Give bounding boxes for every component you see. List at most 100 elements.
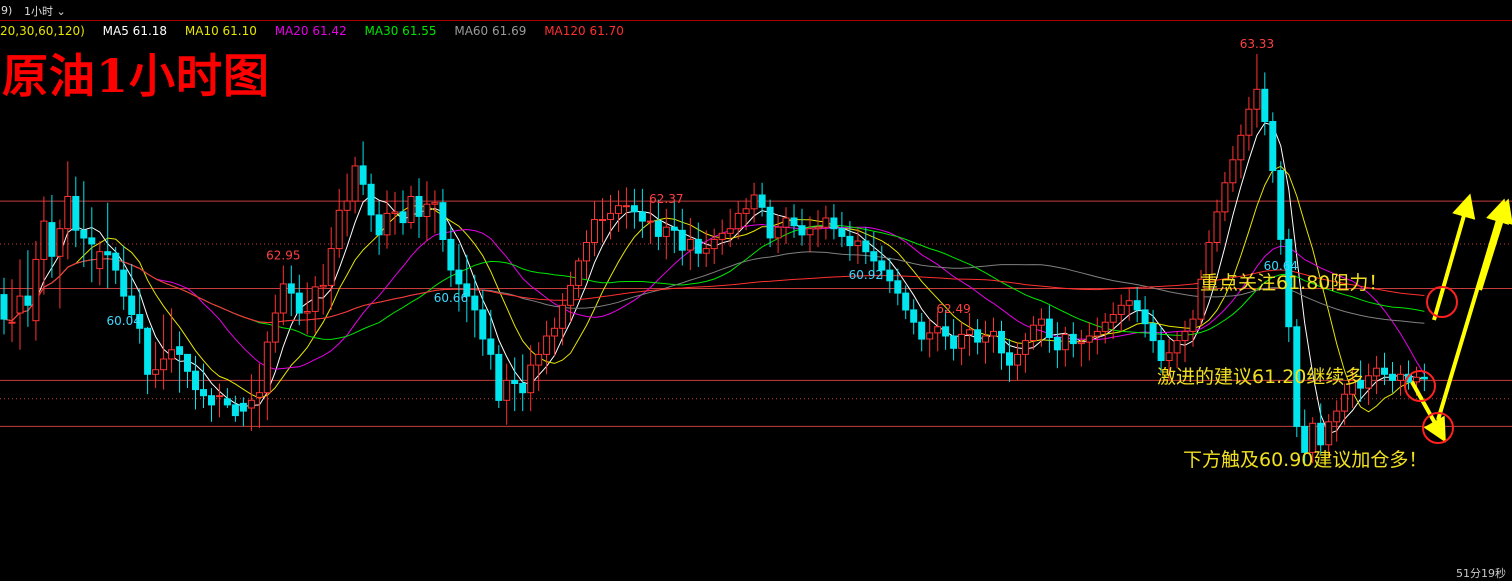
- candle-body: [311, 286, 319, 312]
- candle-body: [24, 295, 32, 306]
- candle: [1365, 363, 1373, 405]
- candle-body: [519, 383, 527, 394]
- candle-body: [638, 211, 646, 222]
- candle-body: [615, 205, 622, 214]
- annotation-add-long: 下方触及60.90建议加仓多！: [1183, 449, 1428, 471]
- candle-body: [40, 220, 48, 260]
- candle: [231, 395, 239, 422]
- candle-body: [806, 228, 814, 236]
- candle: [782, 207, 790, 244]
- candle: [734, 201, 742, 240]
- arrow-mark-0: [1432, 193, 1476, 321]
- candle-body: [471, 295, 479, 311]
- candle: [670, 201, 678, 254]
- candle-body: [1389, 373, 1396, 381]
- candle-body: [487, 338, 495, 355]
- candle-body: [223, 398, 231, 406]
- candle-body: [511, 379, 519, 384]
- candle: [327, 227, 335, 310]
- candle: [1389, 362, 1396, 393]
- candle: [1189, 309, 1197, 347]
- candle: [790, 204, 798, 238]
- candle: [1277, 161, 1285, 255]
- candle: [1237, 124, 1245, 179]
- candle: [367, 173, 375, 232]
- candle: [806, 216, 814, 252]
- candle: [830, 204, 838, 240]
- candle-body: [423, 203, 431, 217]
- candle-body: [630, 205, 638, 213]
- candle-body: [1229, 159, 1237, 184]
- candle: [56, 219, 64, 309]
- candle-body: [670, 226, 678, 231]
- candle-body: [247, 399, 255, 409]
- candle: [160, 314, 168, 390]
- candle-body: [375, 214, 383, 236]
- candle-body: [1077, 341, 1085, 345]
- candle: [646, 201, 654, 244]
- candle: [702, 230, 710, 267]
- candle-body: [654, 220, 662, 237]
- candle-body: [990, 330, 997, 337]
- candle-body: [814, 226, 822, 230]
- candle-body: [80, 229, 88, 239]
- arrow-mark-2: [1478, 198, 1512, 291]
- candle: [838, 211, 846, 248]
- candle-body: [1213, 211, 1221, 243]
- legend-ma5: MA5 61.18: [102, 24, 168, 38]
- candle-body: [1045, 318, 1053, 339]
- candle-body: [583, 242, 590, 262]
- candle: [974, 319, 982, 355]
- candle: [223, 388, 231, 408]
- candle: [1117, 294, 1125, 332]
- candle: [591, 201, 598, 257]
- candle: [1253, 54, 1261, 128]
- candle: [742, 198, 750, 231]
- candle: [1245, 96, 1253, 151]
- candle: [399, 190, 407, 235]
- candle: [1141, 296, 1149, 338]
- candle-body: [766, 206, 774, 239]
- candle-body: [72, 196, 80, 231]
- candle: [1397, 365, 1404, 396]
- candle-body: [96, 251, 104, 270]
- candle-body: [1021, 340, 1029, 355]
- candle: [96, 241, 104, 286]
- candle-body: [599, 219, 606, 221]
- candle-body: [168, 349, 176, 360]
- candle-body: [287, 283, 295, 294]
- candle: [168, 308, 176, 373]
- ma-legend: 20,30,60,120) MA5 61.18 MA10 61.10 MA20 …: [0, 24, 638, 40]
- candle-body: [1317, 422, 1325, 446]
- candle-body: [128, 295, 136, 316]
- candle: [1181, 320, 1189, 362]
- candle: [335, 188, 343, 258]
- candle-body: [982, 335, 989, 343]
- candle-body: [1061, 333, 1069, 351]
- candle-body: [303, 311, 311, 314]
- candle-body: [998, 330, 1005, 354]
- candle-body: [1085, 335, 1093, 343]
- candle-body: [1149, 323, 1157, 342]
- candle-body: [8, 321, 16, 324]
- annotation-aggressive-long: 激进的建议61.20继续多: [1157, 366, 1364, 388]
- candle-body: [503, 379, 511, 401]
- candle-body: [335, 209, 343, 250]
- candle-body: [678, 229, 686, 251]
- candle-body: [1245, 108, 1253, 136]
- candle-body: [1221, 182, 1229, 213]
- candle-body: [1253, 88, 1261, 110]
- candle-body: [782, 217, 790, 228]
- candle-body: [391, 211, 399, 214]
- candle-body: [359, 165, 367, 185]
- candle-body: [239, 402, 247, 412]
- candle: [1085, 322, 1093, 361]
- candle-body: [790, 217, 798, 227]
- candle-body: [48, 222, 56, 257]
- candle: [1037, 308, 1045, 347]
- candle: [415, 178, 423, 238]
- candle: [423, 181, 431, 241]
- candle-body: [1014, 353, 1021, 366]
- price-label-low: 60.04: [107, 314, 141, 328]
- candle: [279, 265, 287, 326]
